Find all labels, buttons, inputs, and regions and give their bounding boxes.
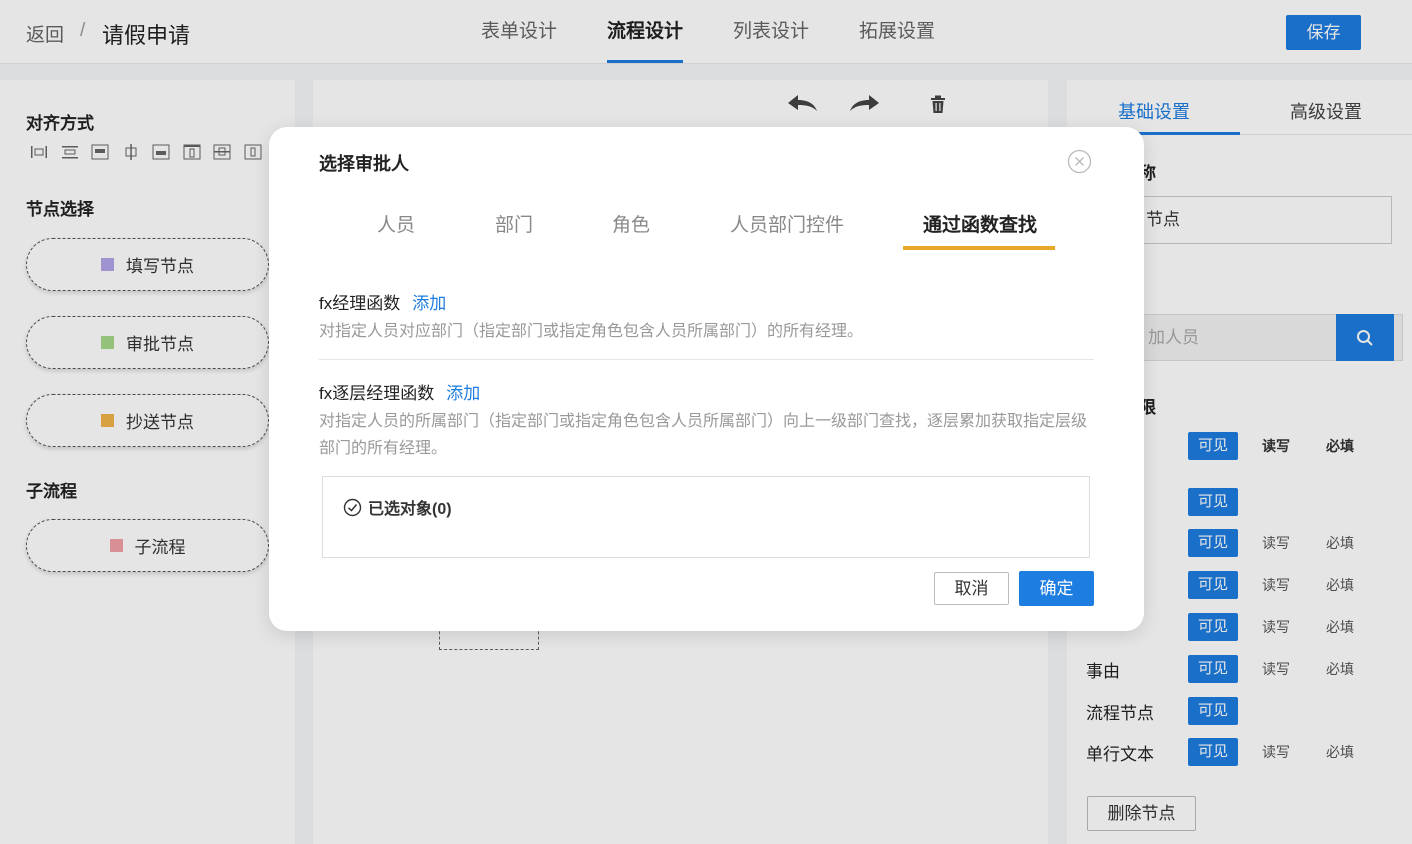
tab-role[interactable]: 角色: [612, 210, 650, 237]
selected-count-label: 已选对象(0): [368, 501, 452, 518]
close-button[interactable]: [1067, 149, 1092, 174]
select-approver-dialog: 选择审批人 人员 部门 角色 人员部门控件 通过函数查找 fx经理函数 添加 对指…: [269, 127, 1144, 631]
function-item: fx逐层经理函数 添加: [319, 379, 480, 404]
cancel-button[interactable]: 取消: [934, 572, 1009, 605]
close-icon: [1067, 149, 1092, 174]
function-name: fx逐层经理函数: [319, 384, 435, 403]
add-manager-function-link[interactable]: 添加: [412, 294, 446, 313]
selected-objects-header: 已选对象(0): [343, 495, 452, 519]
tab-by-function[interactable]: 通过函数查找: [923, 210, 1037, 237]
divider: [319, 359, 1094, 360]
tab-person[interactable]: 人员: [377, 210, 415, 237]
function-description: 对指定人员对应部门（指定部门或指定角色包含人员所属部门）的所有经理。: [319, 323, 864, 340]
approver-type-tabs: 人员 部门 角色 人员部门控件 通过函数查找: [269, 207, 1144, 247]
dialog-title: 选择审批人: [319, 154, 409, 174]
add-layered-manager-function-link[interactable]: 添加: [446, 384, 480, 403]
check-circle-icon: [343, 498, 362, 516]
selected-objects-box: 已选对象(0): [322, 476, 1090, 558]
function-item: fx经理函数 添加: [319, 289, 446, 314]
function-name: fx经理函数: [319, 294, 401, 313]
tab-person-dept-control[interactable]: 人员部门控件: [730, 210, 844, 237]
tab-department[interactable]: 部门: [495, 210, 533, 237]
active-tab-indicator: [903, 246, 1055, 250]
function-description: 对指定人员的所属部门（指定部门或指定角色包含人员所属部门）向上一级部门查找，逐层…: [319, 413, 1088, 457]
confirm-button[interactable]: 确定: [1019, 571, 1094, 606]
